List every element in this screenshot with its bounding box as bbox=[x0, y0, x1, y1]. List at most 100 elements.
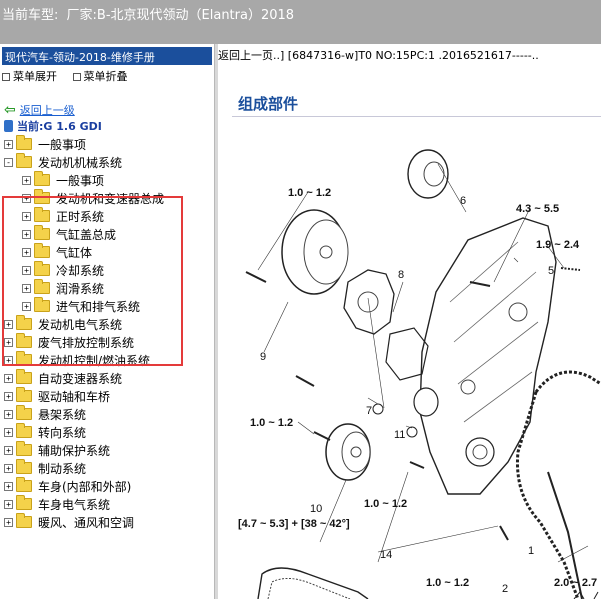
drive-belt-inner bbox=[267, 578, 351, 599]
tree-item[interactable]: + 悬架系统 bbox=[0, 405, 214, 423]
expand-node-icon[interactable]: + bbox=[4, 374, 13, 383]
torque-label: 1.0 ~ 1.2 bbox=[250, 417, 293, 429]
tree-item-label[interactable]: 暖风、通风和空调 bbox=[38, 514, 134, 531]
bolt bbox=[560, 267, 581, 271]
expand-all-button[interactable]: 菜单展开 bbox=[2, 68, 57, 84]
collapse-icon bbox=[72, 73, 81, 81]
torque-label: 1.0 ~ 1.2 bbox=[426, 577, 469, 589]
menu-toolbar: 菜单展开 菜单折叠 bbox=[2, 68, 140, 84]
tree-item[interactable]: + 转向系统 bbox=[0, 423, 214, 441]
bolt bbox=[295, 375, 315, 387]
bolt bbox=[499, 525, 509, 541]
pulley-center bbox=[319, 245, 333, 259]
tree-item[interactable]: + 制动系统 bbox=[0, 459, 214, 477]
back-link[interactable]: ⇦ 返回上一级 bbox=[4, 102, 75, 118]
tree-item[interactable]: + 车身(内部和外部) bbox=[0, 477, 214, 495]
collapse-all-button[interactable]: 菜单折叠 bbox=[72, 68, 128, 84]
expand-node-icon[interactable]: + bbox=[4, 446, 13, 455]
expand-node-icon[interactable]: + bbox=[4, 464, 13, 473]
vehicle-header: 当前车型: 厂家:B-北京现代领动（Elantra）2018 bbox=[0, 0, 601, 44]
crankshaft-pulley-center bbox=[350, 446, 362, 458]
back-arrow-icon: ⇦ bbox=[4, 102, 16, 118]
torque-label: 1.9 ~ 2.4 bbox=[536, 239, 580, 251]
expand-node-icon[interactable]: + bbox=[22, 176, 31, 185]
folder-icon bbox=[16, 405, 32, 420]
expand-node-icon[interactable]: + bbox=[4, 392, 13, 401]
expand-node-icon[interactable]: + bbox=[4, 482, 13, 491]
navigation-pane: 现代汽车-领动-2018-维修手册 菜单展开 菜单折叠 ⇦ 返回上一级 当前:G … bbox=[0, 44, 214, 599]
torque-label: 1.0 ~ 1.2 bbox=[288, 187, 331, 199]
tree-item-label[interactable]: 悬架系统 bbox=[38, 406, 86, 423]
tree-item-label[interactable]: 发动机机械系统 bbox=[38, 154, 122, 171]
part-number: 6 bbox=[460, 195, 466, 207]
section-title: 组成部件 bbox=[232, 91, 601, 117]
tree-item-label[interactable]: 自动变速器系统 bbox=[38, 370, 122, 387]
expand-node-icon[interactable]: + bbox=[4, 410, 13, 419]
drive-belt bbox=[257, 567, 369, 599]
bolt bbox=[245, 271, 267, 283]
bolt bbox=[409, 461, 425, 469]
tree-item-label[interactable]: 制动系统 bbox=[38, 460, 86, 477]
expand-node-icon[interactable]: + bbox=[4, 518, 13, 527]
tree-item-label[interactable]: 辅助保护系统 bbox=[38, 442, 110, 459]
part-number: 11 bbox=[394, 429, 405, 441]
collapse-node-icon[interactable]: - bbox=[4, 158, 13, 167]
tree-item[interactable]: + 自动变速器系统 bbox=[0, 369, 214, 387]
folder-icon bbox=[16, 459, 32, 474]
tree-item[interactable]: + 车身电气系统 bbox=[0, 495, 214, 513]
torque-label: 1.0 ~ 1.2 bbox=[364, 498, 407, 510]
torque-label: 4.3 ~ 5.5 bbox=[516, 203, 559, 215]
collapse-all-label: 菜单折叠 bbox=[83, 70, 128, 83]
tree-item-label[interactable]: 车身电气系统 bbox=[38, 496, 110, 513]
knock-pin-7 bbox=[372, 403, 384, 415]
tree-item[interactable]: + 暖风、通风和空调 bbox=[0, 513, 214, 531]
bolt bbox=[313, 431, 331, 441]
page-path: 返回上一页..] [6847316-w]T0 NO:15PC:1 .201652… bbox=[218, 49, 539, 62]
folder-icon bbox=[16, 513, 32, 528]
torque-label: 2.0 ~ 2.7 bbox=[554, 577, 597, 589]
part-number: 2 bbox=[502, 583, 508, 595]
tree-item[interactable]: - 发动机机械系统 bbox=[0, 153, 214, 171]
expand-node-icon[interactable]: + bbox=[4, 428, 13, 437]
tree-item[interactable]: + 一般事项 bbox=[0, 135, 214, 153]
vehicle-label: 当前车型: bbox=[2, 8, 59, 23]
folder-icon bbox=[16, 495, 32, 510]
components-diagram: 1.0 ~ 1.2 4.3 ~ 5.5 1.9 ~ 2.4 1.0 ~ 1.2 … bbox=[238, 149, 601, 599]
content-pane: 返回上一页..] [6847316-w]T0 NO:15PC:1 .201652… bbox=[218, 44, 601, 599]
arrow-icon bbox=[573, 591, 599, 599]
tree-item[interactable]: + 驱动轴和车桥 bbox=[0, 387, 214, 405]
tree-item-label[interactable]: 一般事项 bbox=[38, 136, 86, 153]
water-pump-hub bbox=[357, 291, 379, 313]
folder-icon bbox=[16, 369, 32, 384]
folder-icon bbox=[16, 477, 32, 492]
part-number: 9 bbox=[260, 351, 266, 363]
knock-pin-11 bbox=[406, 426, 418, 438]
tree-item[interactable]: + 辅助保护系统 bbox=[0, 441, 214, 459]
part-number: 5 bbox=[548, 265, 554, 277]
part-number: 8 bbox=[398, 269, 404, 281]
tree-item-label[interactable]: 车身(内部和外部) bbox=[38, 478, 131, 495]
cover-boss-hole bbox=[472, 444, 488, 460]
torque-label: [4.7 ~ 5.3] + [38 ~ 42°] bbox=[238, 518, 350, 530]
folder-icon bbox=[16, 423, 32, 438]
tree-item-label[interactable]: 转向系统 bbox=[38, 424, 86, 441]
folder-icon bbox=[16, 387, 32, 402]
cover-hole bbox=[460, 379, 476, 395]
part-number: 1 bbox=[528, 545, 534, 557]
folder-icon bbox=[34, 171, 50, 186]
tree-item-label[interactable]: 驱动轴和车桥 bbox=[38, 388, 110, 405]
expand-node-icon[interactable]: + bbox=[4, 140, 13, 149]
highlight-box bbox=[2, 196, 183, 366]
current-node-label: 当前:G 1.6 GDI bbox=[17, 120, 102, 133]
expand-node-icon[interactable]: + bbox=[4, 500, 13, 509]
tree-subitem[interactable]: + 一般事项 bbox=[0, 171, 214, 189]
current-node: 当前:G 1.6 GDI bbox=[4, 118, 102, 134]
part-number: 7 bbox=[366, 405, 372, 417]
engine-icon bbox=[4, 120, 13, 132]
expand-icon bbox=[2, 73, 10, 81]
part-number: 10 bbox=[310, 503, 322, 515]
manual-title: 现代汽车-领动-2018-维修手册 bbox=[2, 47, 212, 65]
tree-item-label[interactable]: 一般事项 bbox=[56, 172, 104, 189]
expand-all-label: 菜单展开 bbox=[13, 70, 57, 83]
back-link-label: 返回上一级 bbox=[19, 104, 75, 117]
